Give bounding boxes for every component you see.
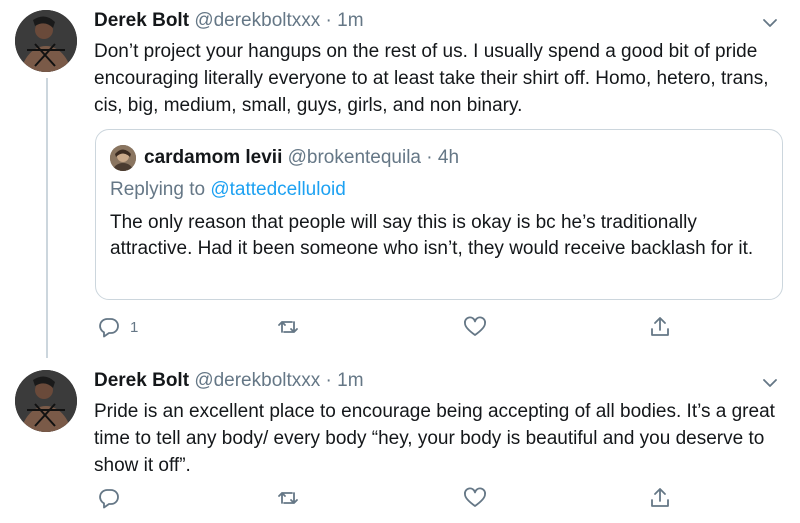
- retweet-button[interactable]: [276, 486, 300, 510]
- chevron-down-icon[interactable]: [762, 16, 778, 28]
- tweet[interactable]: Derek Bolt @derekboltxxx · 1m Pride is a…: [0, 360, 800, 523]
- avatar: [110, 145, 136, 171]
- quoted-display-name: cardamom levii: [144, 147, 283, 168]
- tweet-header: Derek Bolt @derekboltxxx · 1m: [94, 10, 364, 32]
- tweet-actions: [0, 486, 800, 512]
- share-button[interactable]: [648, 486, 672, 510]
- quoted-tweet-card[interactable]: cardamom levii @brokentequila · 4h Reply…: [95, 129, 783, 300]
- tweet-text: Pride is an excellent place to encourage…: [94, 401, 775, 476]
- like-button[interactable]: [463, 486, 487, 510]
- quoted-tweet-text: The only reason that people will say thi…: [110, 212, 754, 259]
- tweet-header: Derek Bolt @derekboltxxx · 1m: [94, 370, 364, 392]
- quoted-tweet-header: cardamom levii @brokentequila · 4h: [144, 147, 459, 169]
- retweet-icon: [278, 321, 298, 333]
- avatar[interactable]: [15, 10, 77, 72]
- like-button[interactable]: [463, 315, 487, 339]
- tweet[interactable]: Derek Bolt @derekboltxxx · 1m Don’t proj…: [0, 0, 800, 350]
- separator-dot: ·: [325, 10, 332, 31]
- separator-dot: ·: [426, 147, 433, 168]
- display-name[interactable]: Derek Bolt: [94, 370, 189, 391]
- mention-link[interactable]: @tattedcelluloid: [210, 179, 345, 200]
- display-name[interactable]: Derek Bolt: [94, 10, 189, 31]
- share-button[interactable]: [648, 315, 672, 339]
- replying-to-label: Replying to: [110, 179, 206, 200]
- separator-dot: ·: [325, 370, 332, 391]
- quoted-user-handle: @brokentequila: [287, 147, 421, 168]
- timestamp[interactable]: 1m: [337, 370, 363, 391]
- tweet-actions: 1: [0, 315, 800, 341]
- share-icon: [651, 317, 669, 336]
- reply-button[interactable]: 1: [97, 315, 138, 339]
- avatar[interactable]: [15, 370, 77, 432]
- reply-button[interactable]: [97, 486, 130, 510]
- timestamp[interactable]: 1m: [337, 10, 363, 31]
- reply-icon: [99, 318, 119, 338]
- share-icon: [651, 488, 669, 507]
- quoted-timestamp: 4h: [437, 147, 460, 168]
- retweet-icon: [278, 492, 298, 504]
- chevron-down-icon[interactable]: [762, 376, 778, 388]
- retweet-button[interactable]: [276, 315, 300, 339]
- like-icon: [464, 316, 486, 336]
- tweet-text: Don’t project your hangups on the rest o…: [94, 41, 769, 116]
- reply-icon: [99, 489, 119, 509]
- reply-count: 1: [130, 318, 139, 336]
- replying-to-line: Replying to @tattedcelluloid: [110, 179, 346, 201]
- user-handle[interactable]: @derekboltxxx: [194, 370, 320, 391]
- user-handle[interactable]: @derekboltxxx: [194, 10, 320, 31]
- like-icon: [464, 487, 486, 507]
